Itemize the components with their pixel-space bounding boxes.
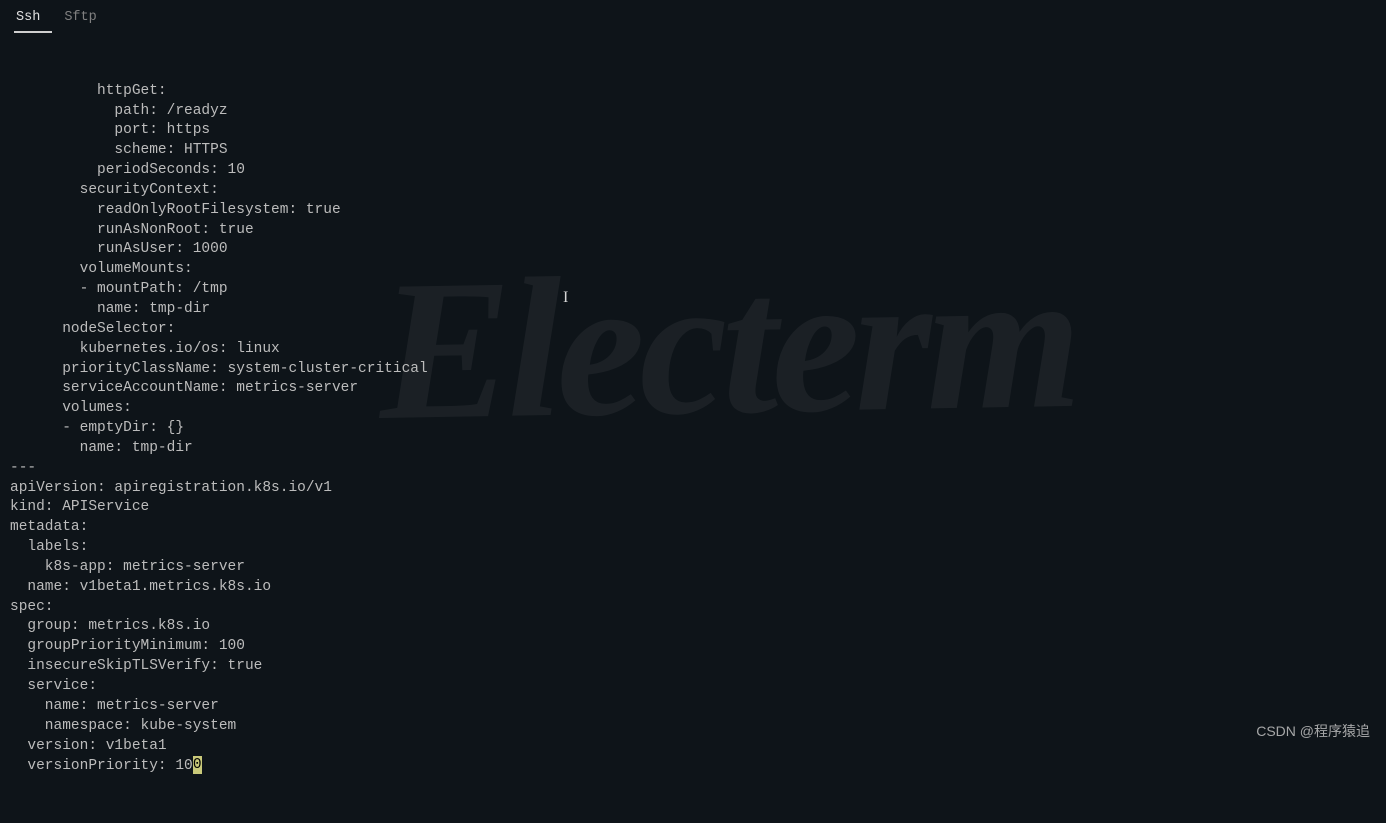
tab-sftp[interactable]: Sftp (62, 4, 108, 33)
tab-ssh[interactable]: Ssh (14, 4, 52, 33)
terminal-output[interactable]: httpGet: path: /readyz port: https schem… (0, 36, 1386, 823)
terminal-cursor: 0 (193, 756, 202, 774)
watermark-csdn: CSDN @程序猿追 (1256, 721, 1370, 741)
terminal-lines: httpGet: path: /readyz port: https schem… (10, 82, 1376, 778)
tab-bar: Ssh Sftp (0, 0, 1386, 36)
text-cursor-icon: I (563, 288, 564, 304)
